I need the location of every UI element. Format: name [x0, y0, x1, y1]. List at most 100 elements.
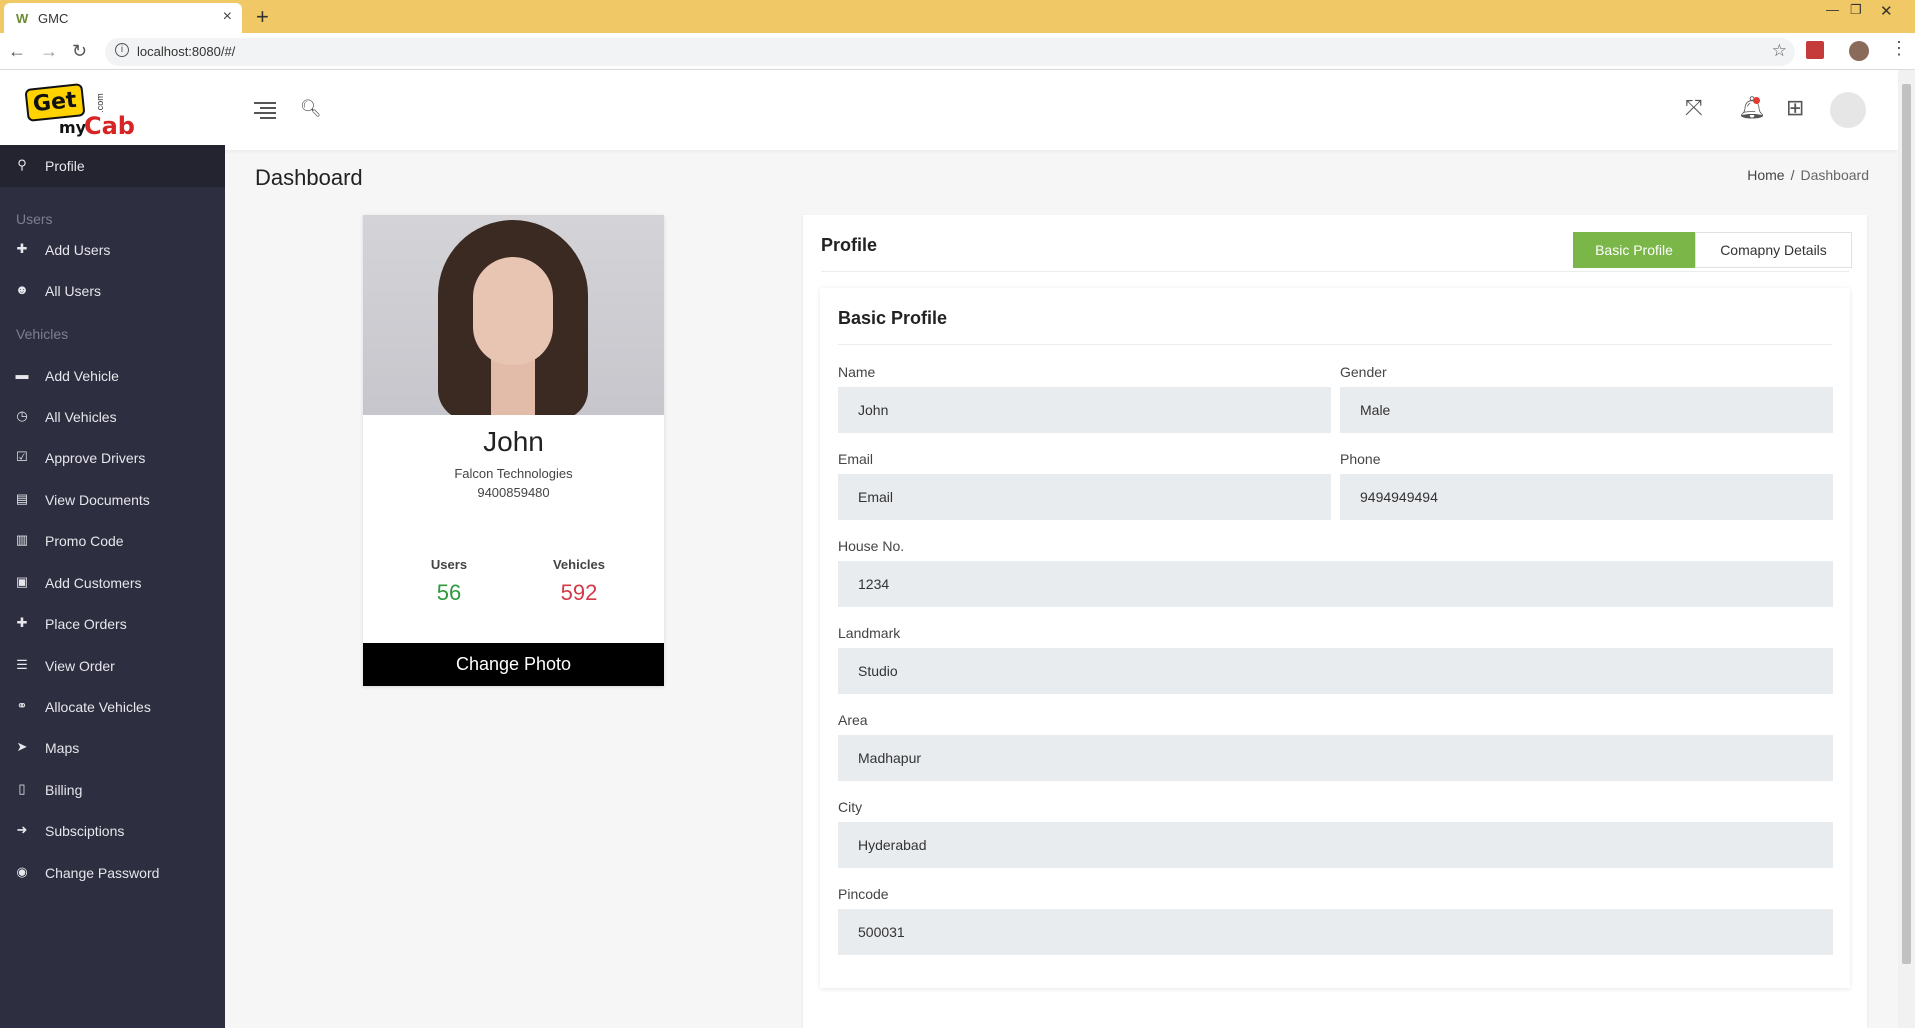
- pincode-field[interactable]: [838, 909, 1833, 955]
- landmark-field[interactable]: [838, 648, 1833, 694]
- browser-tab[interactable]: W GMC ×: [4, 3, 242, 33]
- restore-icon[interactable]: ❐: [1850, 2, 1862, 18]
- scrollbar-thumb[interactable]: [1902, 84, 1911, 964]
- sidebar-item-subsciptions[interactable]: ➜ Subsciptions: [0, 810, 225, 852]
- add-user-icon: ✚: [16, 241, 28, 256]
- info-icon[interactable]: i: [115, 43, 129, 57]
- phone-label: Phone: [1340, 451, 1381, 467]
- sidebar-item-add-customers[interactable]: ▣ Add Customers: [0, 562, 225, 604]
- sidebar-item-approve-drivers[interactable]: ☑ Approve Drivers: [0, 437, 225, 479]
- back-icon[interactable]: ←: [8, 41, 26, 62]
- browser-menu-icon[interactable]: ⋮: [1890, 38, 1908, 59]
- breadcrumb: Home / Dashboard: [1747, 167, 1869, 183]
- phone-field[interactable]: [1340, 474, 1833, 520]
- page-title: Dashboard: [255, 165, 363, 190]
- email-label: Email: [838, 451, 874, 467]
- apps-grid-icon[interactable]: ⊞: [1786, 95, 1804, 121]
- menu-toggle-icon[interactable]: [254, 102, 276, 119]
- profile-phone: 9400859480: [477, 485, 550, 500]
- fullscreen-icon[interactable]: ⤧: [1685, 95, 1703, 121]
- gender-label: Gender: [1340, 364, 1387, 380]
- sidebar-item-allocate-vehicles[interactable]: ⚭ Allocate Vehicles: [0, 686, 225, 728]
- breadcrumb-current: Dashboard: [1800, 167, 1870, 183]
- user-icon: ⚲: [17, 157, 27, 172]
- profile-panel: Profile Basic Profile Comapny Details Ba…: [803, 215, 1867, 1028]
- sidebar-item-label: Promo Code: [45, 533, 124, 549]
- vehicles-stat-label: Vehicles: [552, 557, 606, 572]
- house-field[interactable]: [838, 561, 1833, 607]
- sidebar-item-promo-code[interactable]: ▥ Promo Code: [0, 520, 225, 562]
- users-icon: ☻: [15, 282, 29, 297]
- notification-bell-icon[interactable]: 🔔︎: [1738, 95, 1766, 121]
- list-icon: ☰: [16, 657, 28, 672]
- vehicles-stat: Vehicles 592: [519, 557, 639, 606]
- sidebar-item-label: Add Users: [45, 242, 111, 258]
- calendar-check-icon: ☑: [16, 449, 28, 464]
- minimize-icon[interactable]: —: [1826, 2, 1839, 17]
- sidebar-item-change-password[interactable]: ◉ Change Password: [0, 852, 225, 894]
- logo[interactable]: Get .com my Cab: [24, 83, 146, 140]
- sidebar-item-label: Add Customers: [45, 575, 142, 591]
- sidebar-item-maps[interactable]: ➤ Maps: [0, 727, 225, 769]
- sidebar-item-all-vehicles[interactable]: ◷ All Vehicles: [0, 396, 225, 438]
- city-label: City: [838, 799, 863, 815]
- lock-icon: ◉: [16, 864, 28, 879]
- sidebar: ⚲ Profile Users ✚ Add Users ☻ All Users Vehicle…: [0, 145, 225, 1028]
- sidebar-item-billing[interactable]: ▯ Billing: [0, 769, 225, 811]
- sidebar-item-add-users[interactable]: ✚ Add Users: [0, 229, 225, 271]
- tab-title: GMC: [38, 11, 69, 26]
- notification-dot: [1753, 97, 1760, 104]
- email-field[interactable]: [838, 474, 1331, 520]
- document-icon: ▤: [15, 491, 29, 506]
- profile-extension-icon[interactable]: [1849, 41, 1869, 61]
- search-icon[interactable]: 🔍︎: [300, 99, 322, 119]
- browser-tab-bar: W GMC × + — ❐ ✕: [0, 0, 1915, 33]
- close-window-icon[interactable]: ✕: [1880, 2, 1893, 20]
- name-label: Name: [838, 364, 876, 380]
- basic-profile-form: Basic Profile Name Gender Email Phone Ho…: [820, 288, 1850, 988]
- sidebar-item-add-vehicle[interactable]: ▬ Add Vehicle: [0, 355, 225, 397]
- sidebar-item-all-users[interactable]: ☻ All Users: [0, 270, 225, 312]
- sidebar-item-place-orders[interactable]: ✚ Place Orders: [0, 603, 225, 645]
- sidebar-item-label: Allocate Vehicles: [45, 699, 151, 715]
- logo-my: my: [59, 118, 87, 137]
- url-field[interactable]: i localhost:8080/#/ ☆: [105, 38, 1795, 66]
- logo-get: Get: [24, 83, 86, 122]
- reload-icon[interactable]: ↻: [72, 41, 87, 62]
- barcode-icon: ▥: [15, 532, 29, 547]
- company-details-tab[interactable]: Comapny Details: [1695, 232, 1852, 268]
- breadcrumb-separator: /: [1790, 167, 1795, 183]
- sidebar-item-view-order[interactable]: ☰ View Order: [0, 645, 225, 687]
- sidebar-item-label: Change Password: [45, 865, 160, 881]
- location-arrow-icon: ➤: [16, 739, 28, 754]
- sidebar-item-label: All Users: [45, 283, 102, 299]
- plus-icon: ✚: [16, 615, 28, 630]
- name-field[interactable]: [838, 387, 1331, 433]
- change-photo-button[interactable]: Change Photo: [363, 643, 664, 686]
- sidebar-item-label: View Documents: [45, 492, 150, 508]
- basic-profile-tab[interactable]: Basic Profile: [1573, 232, 1695, 268]
- sidebar-item-label: View Order: [45, 658, 115, 674]
- extension-icon[interactable]: [1806, 41, 1824, 59]
- logo-com: .com: [94, 93, 105, 113]
- city-field[interactable]: [838, 822, 1833, 868]
- url-text: localhost:8080/#/: [137, 44, 236, 59]
- favicon-icon: W: [16, 11, 29, 26]
- area-field[interactable]: [838, 735, 1833, 781]
- bookmark-star-icon[interactable]: ☆: [1772, 41, 1787, 61]
- breadcrumb-home[interactable]: Home: [1747, 167, 1784, 183]
- sidebar-item-view-documents[interactable]: ▤ View Documents: [0, 479, 225, 521]
- gender-field[interactable]: [1340, 387, 1833, 433]
- vehicles-stat-value: 592: [560, 580, 598, 605]
- sidebar-item-label: Subsciptions: [45, 823, 125, 839]
- sign-in-icon: ➜: [16, 822, 28, 837]
- sidebar-item-label: Maps: [45, 740, 80, 756]
- avatar[interactable]: [1830, 92, 1866, 128]
- sidebar-item-profile[interactable]: ⚲ Profile: [0, 145, 225, 187]
- sidebar-section-vehicles: Vehicles: [16, 326, 69, 342]
- new-tab-icon[interactable]: +: [256, 4, 269, 30]
- sidebar-item-label: All Vehicles: [45, 409, 117, 425]
- forward-icon[interactable]: →: [40, 41, 58, 62]
- pincode-label: Pincode: [838, 886, 889, 902]
- close-tab-icon[interactable]: ×: [223, 8, 232, 26]
